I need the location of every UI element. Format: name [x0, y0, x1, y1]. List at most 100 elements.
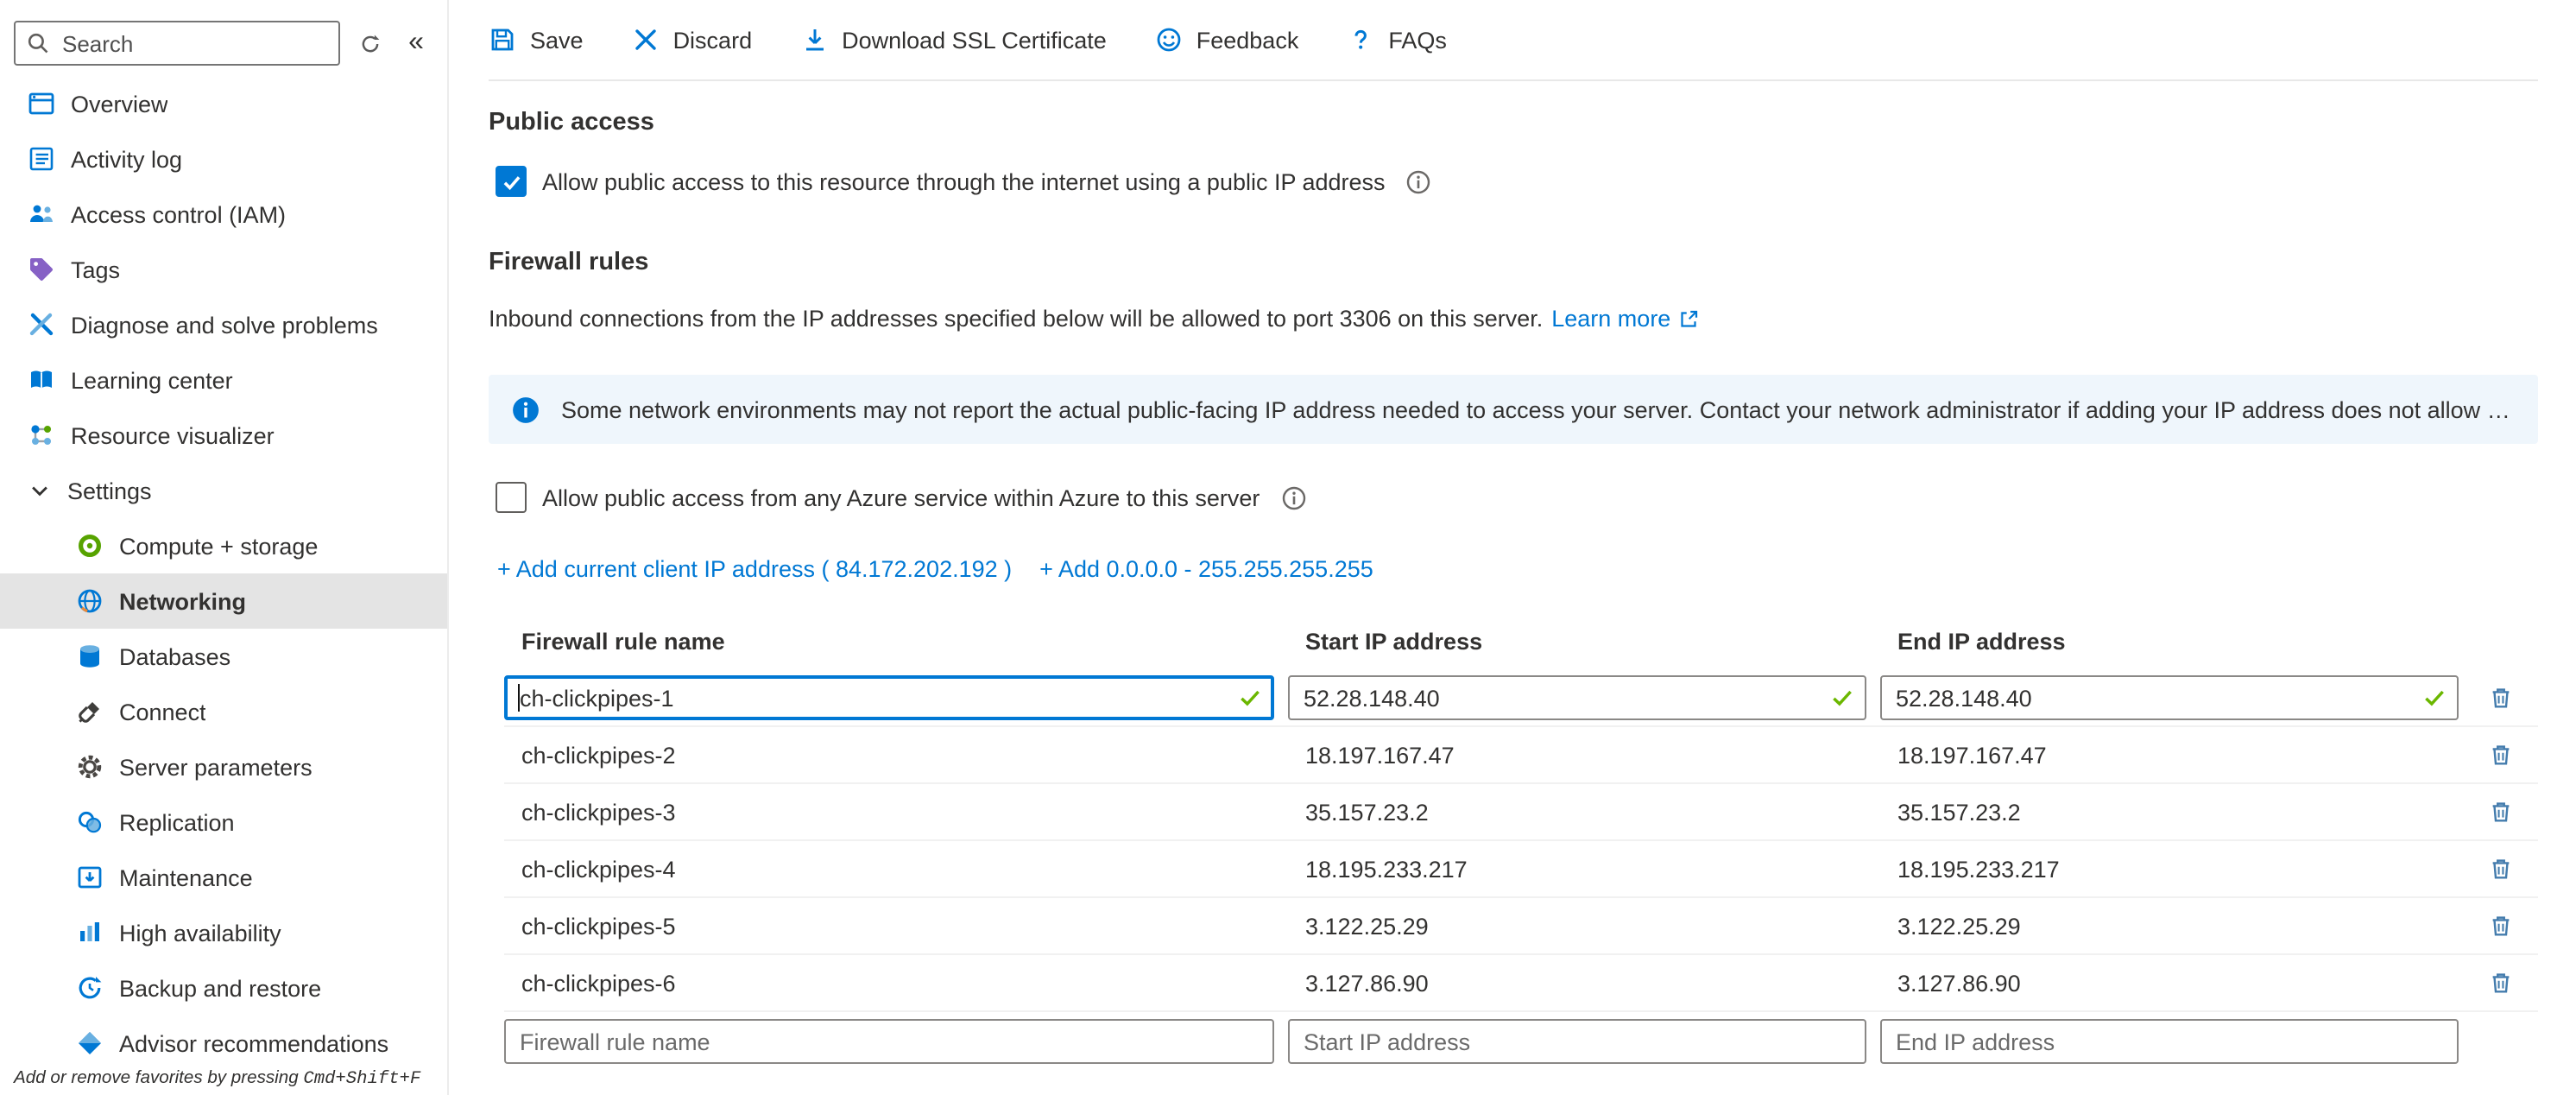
- end-ip-field: [1880, 675, 2459, 720]
- refresh-icon[interactable]: [352, 26, 387, 60]
- favorites-hint-text: Add or remove favorites by pressing: [14, 1069, 303, 1088]
- faq-icon: [1347, 26, 1374, 54]
- learn-more-label: Learn more: [1551, 306, 1670, 332]
- start-ip-cell: 3.122.25.29: [1288, 913, 1866, 939]
- toolbar-button-label: FAQs: [1388, 27, 1447, 53]
- sidebar-item-resource-visualizer[interactable]: Resource visualizer: [0, 408, 447, 463]
- firewall-rules-heading: Firewall rules: [489, 249, 2538, 276]
- firewall-rule-row: ch-clickpipes-335.157.23.235.157.23.2: [504, 784, 2538, 841]
- faqs-button[interactable]: FAQs: [1347, 26, 1447, 54]
- delete-rule-button[interactable]: [2479, 677, 2521, 718]
- sidebar-item-label: Activity log: [71, 146, 182, 172]
- delete-rule-button[interactable]: [2479, 905, 2521, 946]
- sidebar-item-server-parameters[interactable]: Server parameters: [0, 739, 447, 794]
- info-banner-text: Some network environments may not report…: [561, 396, 2517, 422]
- delete-rule-button[interactable]: [2479, 734, 2521, 775]
- compute-icon: [76, 532, 104, 560]
- public-access-checkbox-label: Allow public access to this resource thr…: [542, 168, 1386, 194]
- sidebar-item-tags[interactable]: Tags: [0, 242, 447, 297]
- start-ip-input[interactable]: [1288, 675, 1866, 720]
- external-link-icon: [1677, 308, 1698, 329]
- discard-button[interactable]: Discard: [632, 26, 753, 54]
- sidebar-item-label: Settings: [67, 478, 152, 503]
- advisor-icon: [76, 1029, 104, 1057]
- end-ip-input[interactable]: [1880, 675, 2459, 720]
- feedback-icon: [1155, 26, 1183, 54]
- azure-services-checkbox[interactable]: [496, 482, 527, 513]
- learn-more-link[interactable]: Learn more: [1551, 306, 1698, 332]
- toolbar-button-label: Feedback: [1196, 27, 1299, 53]
- delete-rule-button[interactable]: [2479, 791, 2521, 832]
- iam-icon: [28, 200, 55, 228]
- sidebar-item-backup-and-restore[interactable]: Backup and restore: [0, 960, 447, 1016]
- info-icon[interactable]: [1406, 168, 1432, 194]
- public-access-checkbox[interactable]: [496, 166, 527, 197]
- delete-rule-button[interactable]: [2479, 848, 2521, 889]
- end-ip-cell: 3.122.25.29: [1880, 913, 2459, 939]
- firewall-rule-row: ch-clickpipes-63.127.86.903.127.86.90: [504, 955, 2538, 1012]
- new-rule-name-field: [504, 1019, 1274, 1064]
- firewall-rule-row: ch-clickpipes-5 3.122.25.29 3.122.25.29: [504, 898, 2538, 955]
- backup-icon: [76, 974, 104, 1002]
- new-start-ip-input[interactable]: [1288, 1019, 1866, 1064]
- sidebar-item-label: Backup and restore: [119, 975, 321, 1001]
- sidebar-item-activity-log[interactable]: Activity log: [0, 131, 447, 187]
- new-end-ip-input[interactable]: [1880, 1019, 2459, 1064]
- sidebar-item-label: High availability: [119, 920, 281, 946]
- sidebar-item-networking[interactable]: Networking: [0, 573, 447, 629]
- sidebar-item-learning-center[interactable]: Learning center: [0, 352, 447, 408]
- new-start-ip-field: [1288, 1019, 1866, 1064]
- rule-name-cell: ch-clickpipes-5: [504, 913, 1274, 939]
- firewall-description-text: Inbound connections from the IP addresse…: [489, 306, 1543, 332]
- maintenance-icon: [76, 864, 104, 891]
- download-icon: [800, 26, 828, 54]
- public-access-checkbox-row[interactable]: Allow public access to this resource thr…: [496, 166, 2538, 197]
- column-header-end-ip: End IP address: [1880, 629, 2459, 655]
- rule-name-input[interactable]: [504, 675, 1274, 720]
- azure-services-checkbox-row[interactable]: Allow public access from any Azure servi…: [496, 482, 2538, 513]
- tag-icon: [28, 256, 55, 283]
- sidebar-item-maintenance[interactable]: Maintenance: [0, 850, 447, 905]
- new-rule-name-input[interactable]: [504, 1019, 1274, 1064]
- start-ip-cell: 18.197.167.47: [1288, 742, 1866, 768]
- toolbar-button-label: Download SSL Certificate: [842, 27, 1107, 53]
- rule-name-cell: ch-clickpipes-4: [504, 856, 1274, 882]
- sidebar-item-access-control-iam[interactable]: Access control (IAM): [0, 187, 447, 242]
- delete-rule-button[interactable]: [2479, 962, 2521, 1003]
- feedback-button[interactable]: Feedback: [1155, 26, 1299, 54]
- sidebar-search[interactable]: [14, 21, 340, 66]
- start-ip-cell: 18.195.233.217: [1288, 856, 1866, 882]
- end-ip-cell: 3.127.86.90: [1880, 970, 2459, 996]
- add-all-ips-link[interactable]: + Add 0.0.0.0 - 255.255.255.255: [1039, 556, 1373, 582]
- overview-icon: [28, 90, 55, 117]
- firewall-rule-row-editing: [504, 670, 2538, 727]
- info-icon[interactable]: [1280, 484, 1306, 510]
- sidebar-item-advisor-recommendations[interactable]: Advisor recommendations: [0, 1016, 447, 1071]
- column-header-start-ip: Start IP address: [1288, 629, 1866, 655]
- add-client-ip-link[interactable]: + Add current client IP address ( 84.172…: [497, 556, 1012, 582]
- sidebar-item-label: Advisor recommendations: [119, 1030, 388, 1056]
- download-ssl-certificate-button[interactable]: Download SSL Certificate: [800, 26, 1107, 54]
- sidebar-item-databases[interactable]: Databases: [0, 629, 447, 684]
- search-input[interactable]: [59, 28, 328, 58]
- azure-services-checkbox-label: Allow public access from any Azure servi…: [542, 484, 1260, 510]
- sidebar-item-diagnose-and-solve-problems[interactable]: Diagnose and solve problems: [0, 297, 447, 352]
- collapse-menu-icon[interactable]: «: [399, 26, 433, 60]
- sidebar-item-replication[interactable]: Replication: [0, 794, 447, 850]
- sidebar-item-high-availability[interactable]: High availability: [0, 905, 447, 960]
- sidebar-item-label: Access control (IAM): [71, 201, 286, 227]
- save-button[interactable]: Save: [489, 26, 584, 54]
- sidebar-item-label: Maintenance: [119, 864, 253, 890]
- sidebar-item-settings[interactable]: Settings: [0, 463, 447, 518]
- text-caret: [518, 684, 520, 712]
- sidebar-item-overview[interactable]: Overview: [0, 76, 447, 131]
- sidebar-item-compute-storage[interactable]: Compute + storage: [0, 518, 447, 573]
- resource-menu: « Overview Activity log Access control (IA…: [0, 0, 449, 1095]
- start-ip-field: [1288, 675, 1866, 720]
- column-header-rule-name: Firewall rule name: [504, 629, 1274, 655]
- firewall-table-header: Firewall rule name Start IP address End …: [504, 629, 2538, 655]
- replication-icon: [76, 808, 104, 836]
- info-filled-icon: [511, 395, 540, 424]
- sidebar-item-label: Compute + storage: [119, 533, 318, 559]
- sidebar-item-connect[interactable]: Connect: [0, 684, 447, 739]
